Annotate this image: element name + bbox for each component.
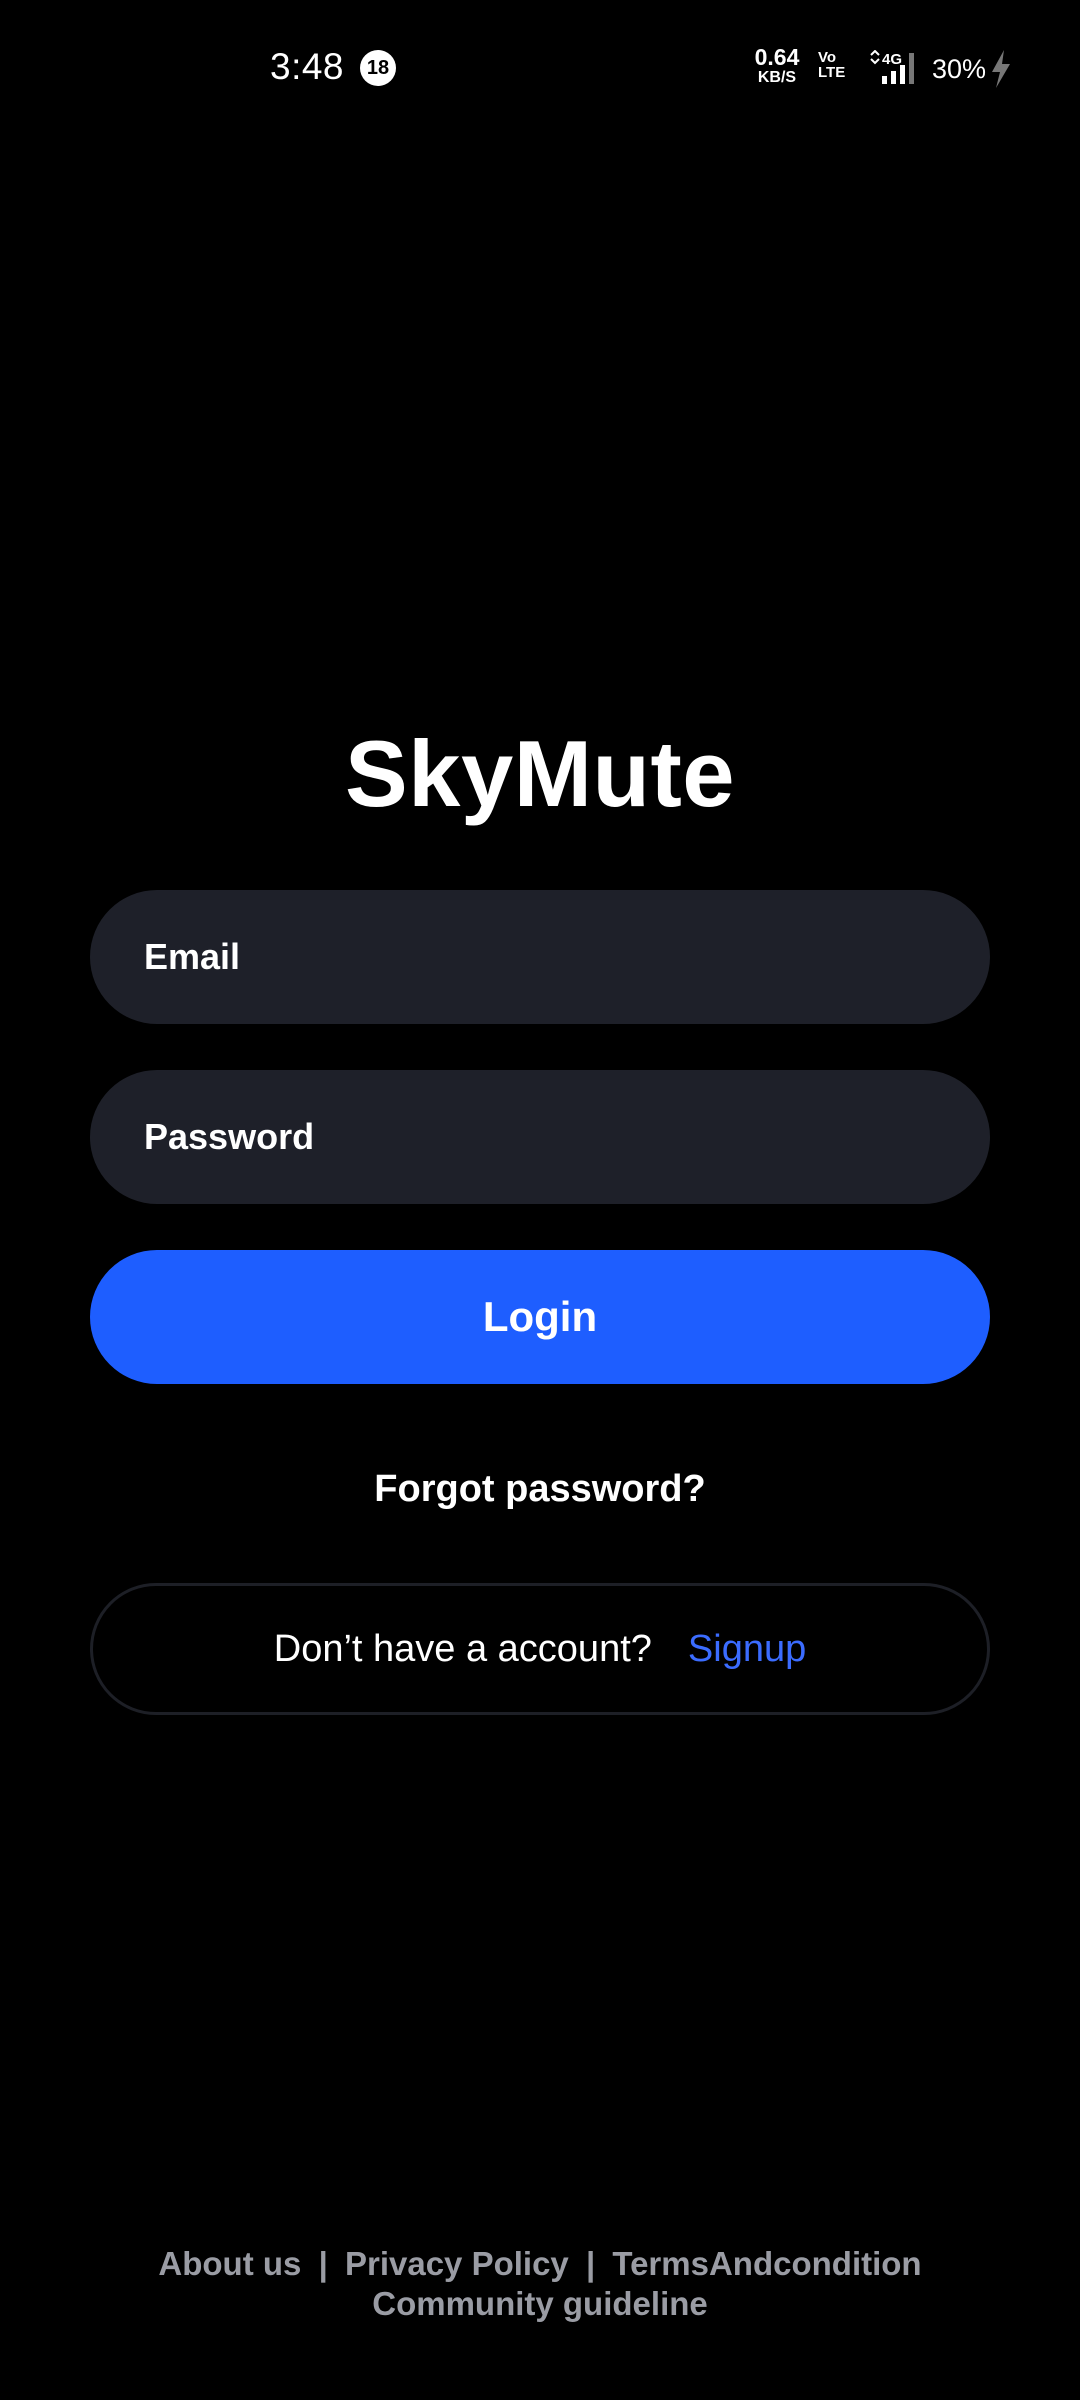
signup-box: Don’t have a account? Signup: [90, 1583, 990, 1715]
battery-percentage: 30%: [932, 54, 987, 84]
volte-line1: Vo: [818, 49, 837, 66]
network-speed-value: 0.64: [754, 44, 800, 70]
login-button[interactable]: Login: [90, 1250, 990, 1384]
network-speed-unit: KB/S: [757, 69, 797, 86]
password-field-container[interactable]: [90, 1070, 990, 1204]
signal-icon: 4G: [870, 50, 914, 84]
password-input[interactable]: [142, 1115, 946, 1159]
community-guideline-link[interactable]: Community guideline: [372, 2285, 708, 2322]
app-title: SkyMute: [344, 721, 736, 826]
signup-prompt: Don’t have a account?: [273, 1627, 652, 1670]
charging-bolt-icon: [992, 50, 1010, 88]
volte-indicator: Vo LTE: [818, 50, 845, 80]
email-field-container[interactable]: [90, 890, 990, 1024]
volte-line2: LTE: [818, 64, 846, 81]
status-bar: 3:48 18 0.64 KB/S Vo LTE 4G 30%: [0, 0, 1080, 140]
network-type-label: 4G: [882, 51, 902, 68]
footer-links: About us | Privacy Policy | TermsAndcond…: [0, 2244, 1080, 2324]
about-us-link[interactable]: About us: [158, 2245, 301, 2282]
privacy-policy-link[interactable]: Privacy Policy: [345, 2245, 569, 2282]
terms-link[interactable]: TermsAndcondition: [612, 2245, 921, 2282]
footer-row-1: About us | Privacy Policy | TermsAndcond…: [0, 2244, 1080, 2284]
forgot-password-link[interactable]: Forgot password?: [0, 1468, 1080, 1511]
footer-row-2: Community guideline: [0, 2284, 1080, 2324]
status-time: 3:48: [270, 46, 345, 87]
footer-separator: |: [318, 2245, 328, 2282]
notification-count-badge: 18: [360, 50, 396, 86]
network-speed: 0.64 KB/S: [752, 46, 802, 86]
footer-separator: |: [585, 2245, 596, 2282]
email-input[interactable]: [142, 935, 946, 979]
signup-link[interactable]: Signup: [688, 1628, 806, 1671]
